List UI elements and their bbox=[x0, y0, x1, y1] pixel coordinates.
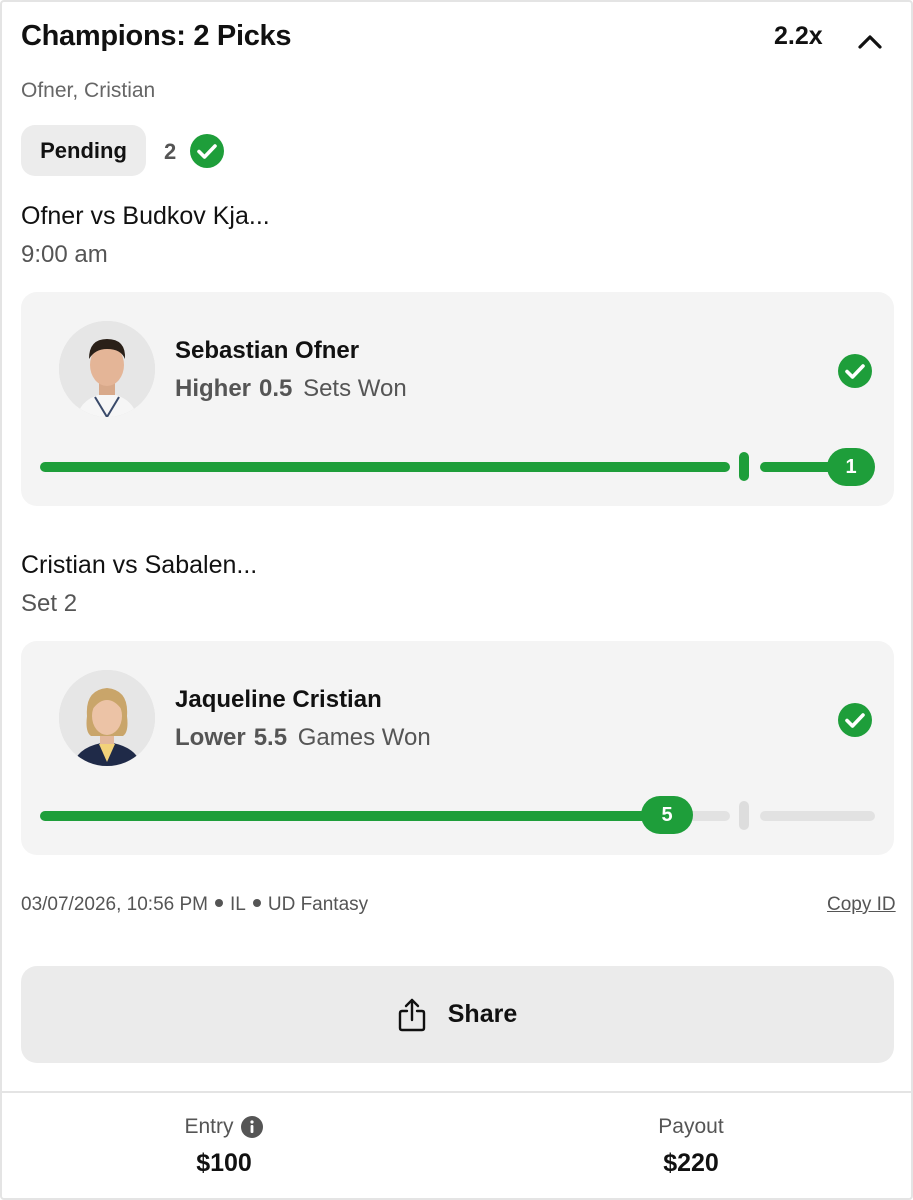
separator-dot bbox=[252, 899, 261, 908]
pick-stat: Sets Won bbox=[303, 375, 407, 402]
pick-card[interactable]: Jaqueline Cristian Lower 5.5 Games Won 5 bbox=[21, 641, 894, 855]
current-value-bubble: 1 bbox=[827, 448, 875, 486]
share-icon bbox=[398, 998, 425, 1031]
payout-label: Payout bbox=[658, 1115, 724, 1138]
pick-line-value: 0.5 bbox=[259, 375, 293, 402]
footer-divider bbox=[2, 1091, 913, 1093]
progress-track-after-line bbox=[760, 811, 875, 821]
line-marker bbox=[739, 452, 749, 481]
win-count: 2 bbox=[164, 139, 177, 164]
share-button[interactable]: Share bbox=[21, 966, 894, 1063]
player-name: Jaqueline Cristian bbox=[175, 686, 382, 713]
pick-direction: Lower bbox=[175, 724, 246, 751]
match-status: Set 2 bbox=[21, 590, 78, 617]
separator-dot bbox=[214, 899, 223, 908]
info-icon[interactable] bbox=[240, 1115, 264, 1139]
pick-direction: Higher bbox=[175, 375, 252, 402]
pick-line: Lower 5.5 Games Won bbox=[175, 724, 431, 752]
check-circle-icon bbox=[838, 703, 872, 737]
entry-meta: 03/07/2026, 10:56 PM IL UD Fantasy bbox=[21, 894, 368, 916]
entry-card: Champions: 2 Picks 2.2x Ofner, Cristian … bbox=[0, 0, 913, 1200]
payout-multiplier: 2.2x bbox=[774, 22, 823, 50]
check-circle-icon bbox=[190, 134, 224, 168]
entry-label-row: Entry bbox=[74, 1115, 374, 1139]
line-marker bbox=[739, 801, 749, 830]
entry-amount-block: Entry $100 bbox=[74, 1115, 374, 1178]
pick-line-value: 5.5 bbox=[253, 724, 288, 751]
entry-state: IL bbox=[229, 894, 246, 915]
entry-product: UD Fantasy bbox=[267, 894, 369, 915]
entry-amount: $100 bbox=[196, 1149, 252, 1177]
progress-fill bbox=[40, 811, 670, 821]
player-avatar bbox=[59, 321, 155, 417]
player-name: Sebastian Ofner bbox=[175, 337, 360, 364]
collapse-button[interactable] bbox=[852, 26, 888, 56]
pick-card[interactable]: Sebastian Ofner Higher 0.5 Sets Won 1 bbox=[21, 292, 894, 506]
entry-title: Champions: 2 Picks bbox=[21, 20, 292, 52]
share-label: Share bbox=[447, 1000, 518, 1028]
pick-line: Higher 0.5 Sets Won bbox=[175, 375, 407, 403]
match-time: 9:00 am bbox=[21, 241, 108, 268]
current-value-bubble: 5 bbox=[641, 796, 693, 834]
match-title: Ofner vs Budkov Kja... bbox=[21, 202, 270, 230]
player-avatar bbox=[59, 670, 155, 766]
check-circle-icon bbox=[838, 354, 872, 388]
pick-stat: Games Won bbox=[297, 724, 431, 751]
entry-players: Ofner, Cristian bbox=[21, 79, 156, 102]
copy-id-link[interactable]: Copy ID bbox=[827, 894, 896, 916]
match-title: Cristian vs Sabalen... bbox=[21, 551, 258, 579]
entry-label: Entry bbox=[184, 1115, 234, 1138]
payout-label-row: Payout bbox=[541, 1115, 841, 1139]
progress-track-before-line bbox=[40, 462, 730, 472]
chevron-up-icon bbox=[858, 35, 882, 49]
entry-datetime: 03/07/2026, 10:56 PM bbox=[21, 894, 208, 915]
payout-amount: $220 bbox=[663, 1149, 719, 1177]
status-badge: Pending bbox=[21, 125, 146, 176]
payout-amount-block: Payout $220 bbox=[541, 1115, 841, 1178]
